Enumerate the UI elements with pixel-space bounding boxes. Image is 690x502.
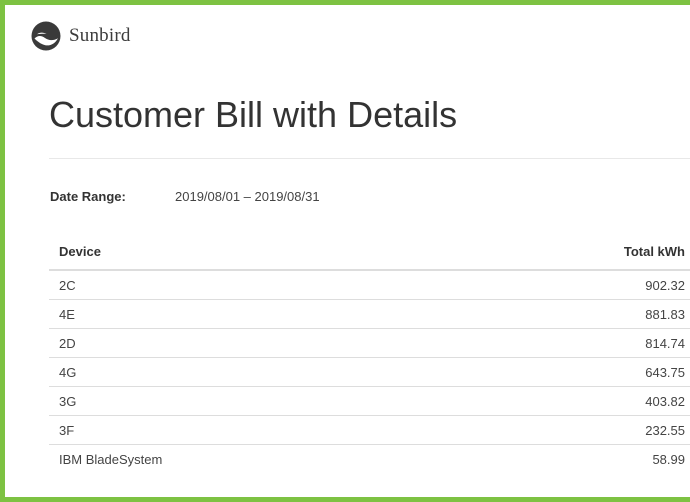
total-kwh-cell: 403.82 — [515, 386, 690, 416]
column-header-device: Device — [49, 233, 515, 271]
device-cell: 2D — [49, 328, 515, 358]
table-row: IBM BladeSystem 58.99 — [49, 444, 690, 473]
device-cell: 4G — [49, 357, 515, 387]
sunbird-bird-logo-icon — [31, 21, 61, 51]
device-cell: 4E — [49, 299, 515, 329]
table-row: 4E 881.83 — [49, 299, 690, 329]
table-row: 3F 232.55 — [49, 415, 690, 445]
device-cell: 3F — [49, 415, 515, 445]
device-energy-table: Device Total kWh 2C 902.32 4E 881.83 2D … — [49, 233, 690, 473]
total-kwh-cell: 643.75 — [515, 357, 690, 387]
device-cell: 3G — [49, 386, 515, 416]
total-kwh-cell: 814.74 — [515, 328, 690, 358]
table-header-row: Device Total kWh — [49, 233, 690, 271]
sunbird-logo: Sunbird — [31, 21, 131, 51]
device-cell: IBM BladeSystem — [49, 444, 515, 473]
date-range-value: 2019/08/01 – 2019/08/31 — [175, 189, 320, 204]
page-title: Customer Bill with Details — [49, 94, 458, 135]
date-range-label: Date Range: — [50, 189, 126, 204]
title-divider — [49, 158, 690, 159]
total-kwh-cell: 902.32 — [645, 277, 685, 293]
brand-name: Sunbird — [69, 25, 131, 46]
table-row: 3G 403.82 — [49, 386, 690, 416]
total-kwh-cell: 881.83 — [515, 299, 690, 329]
report-frame: Sunbird Customer Bill with Details Date … — [0, 0, 690, 502]
total-kwh-cell: 58.99 — [515, 444, 690, 473]
date-range: Date Range: 2019/08/01 – 2019/08/31 — [50, 188, 320, 206]
table-row: 4G 643.75 — [49, 357, 690, 387]
total-kwh-cell: 232.55 — [515, 415, 690, 445]
device-cell: 2C — [59, 277, 76, 293]
column-header-total-kwh: Total kWh — [515, 233, 690, 271]
table-row: 2C 902.32 — [49, 270, 690, 300]
table-row: 2D 814.74 — [49, 328, 690, 358]
